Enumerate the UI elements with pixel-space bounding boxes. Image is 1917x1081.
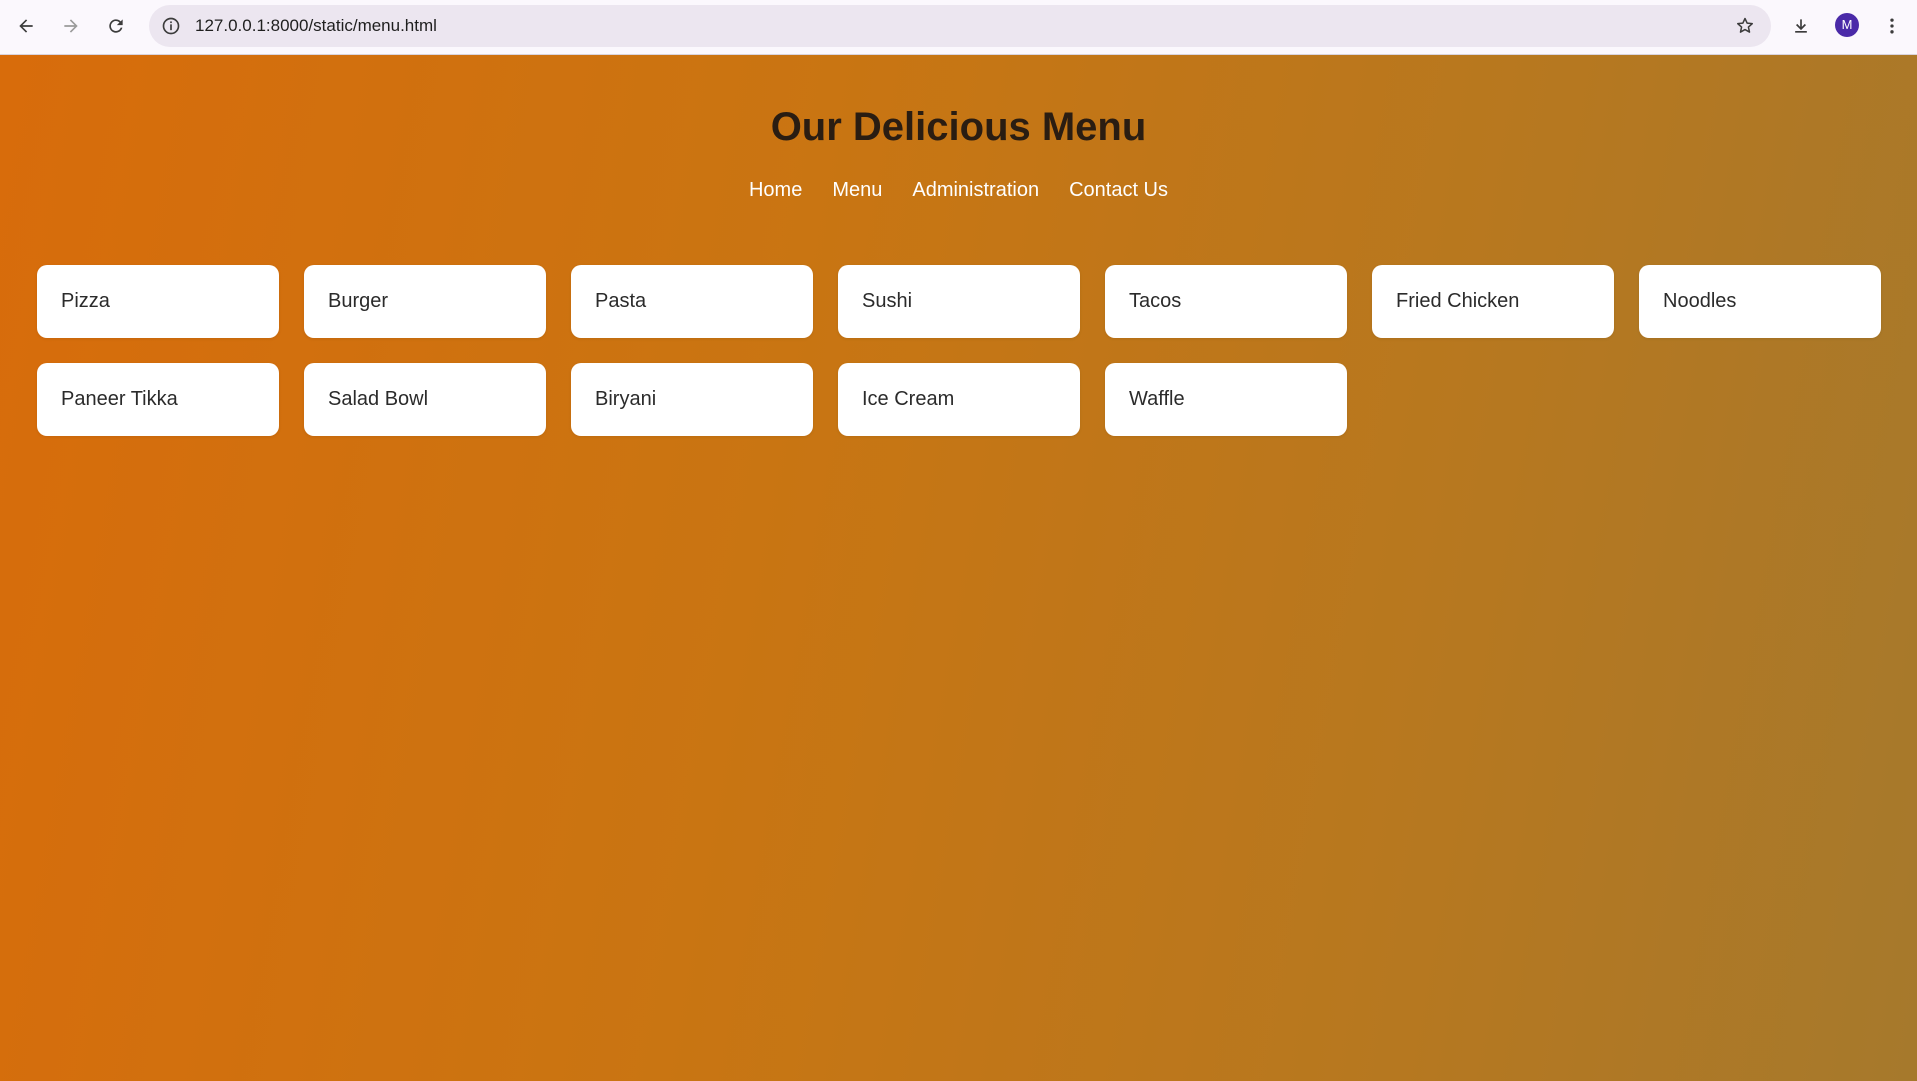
menu-item-card[interactable]: Fried Chicken xyxy=(1372,265,1614,338)
arrow-left-icon xyxy=(19,19,33,33)
menu-grid: Pizza Burger Pasta Sushi Tacos Fried Chi… xyxy=(37,265,1882,436)
nav-link-menu[interactable]: Menu xyxy=(832,179,882,202)
main-nav: Home Menu Administration Contact Us xyxy=(0,179,1917,202)
download-icon xyxy=(1795,19,1807,33)
back-button[interactable] xyxy=(10,10,42,42)
page-content: Our Delicious Menu Home Menu Administrat… xyxy=(0,55,1917,1081)
menu-item-card[interactable]: Ice Cream xyxy=(838,363,1080,436)
menu-item-card[interactable]: Pizza xyxy=(37,265,279,338)
reload-icon xyxy=(109,19,123,33)
menu-item-card[interactable]: Burger xyxy=(304,265,546,338)
nav-link-contact-us[interactable]: Contact Us xyxy=(1069,179,1168,202)
menu-item-card[interactable]: Salad Bowl xyxy=(304,363,546,436)
browser-toolbar: 127.0.0.1:8000/static/menu.html M xyxy=(0,0,1917,55)
bookmark-star-icon[interactable] xyxy=(1735,16,1755,36)
url-text[interactable]: 127.0.0.1:8000/static/menu.html xyxy=(195,5,437,47)
browser-menu-button[interactable] xyxy=(1876,10,1908,42)
menu-item-card[interactable]: Tacos xyxy=(1105,265,1347,338)
menu-item-card[interactable]: Biryani xyxy=(571,363,813,436)
downloads-button[interactable] xyxy=(1785,10,1817,42)
menu-item-card[interactable]: Waffle xyxy=(1105,363,1347,436)
reload-button[interactable] xyxy=(100,10,132,42)
site-info-icon[interactable] xyxy=(161,16,181,36)
menu-item-card[interactable]: Paneer Tikka xyxy=(37,363,279,436)
menu-item-card[interactable]: Noodles xyxy=(1639,265,1881,338)
forward-button[interactable] xyxy=(55,10,87,42)
nav-link-administration[interactable]: Administration xyxy=(912,179,1039,202)
arrow-right-icon xyxy=(64,19,78,33)
menu-item-card[interactable]: Sushi xyxy=(838,265,1080,338)
nav-link-home[interactable]: Home xyxy=(749,179,802,202)
address-bar[interactable]: 127.0.0.1:8000/static/menu.html xyxy=(149,5,1771,47)
menu-item-card[interactable]: Pasta xyxy=(571,265,813,338)
profile-avatar[interactable]: M xyxy=(1835,13,1859,37)
more-vertical-icon xyxy=(1890,18,1894,34)
page-title: Our Delicious Menu xyxy=(770,105,1147,149)
